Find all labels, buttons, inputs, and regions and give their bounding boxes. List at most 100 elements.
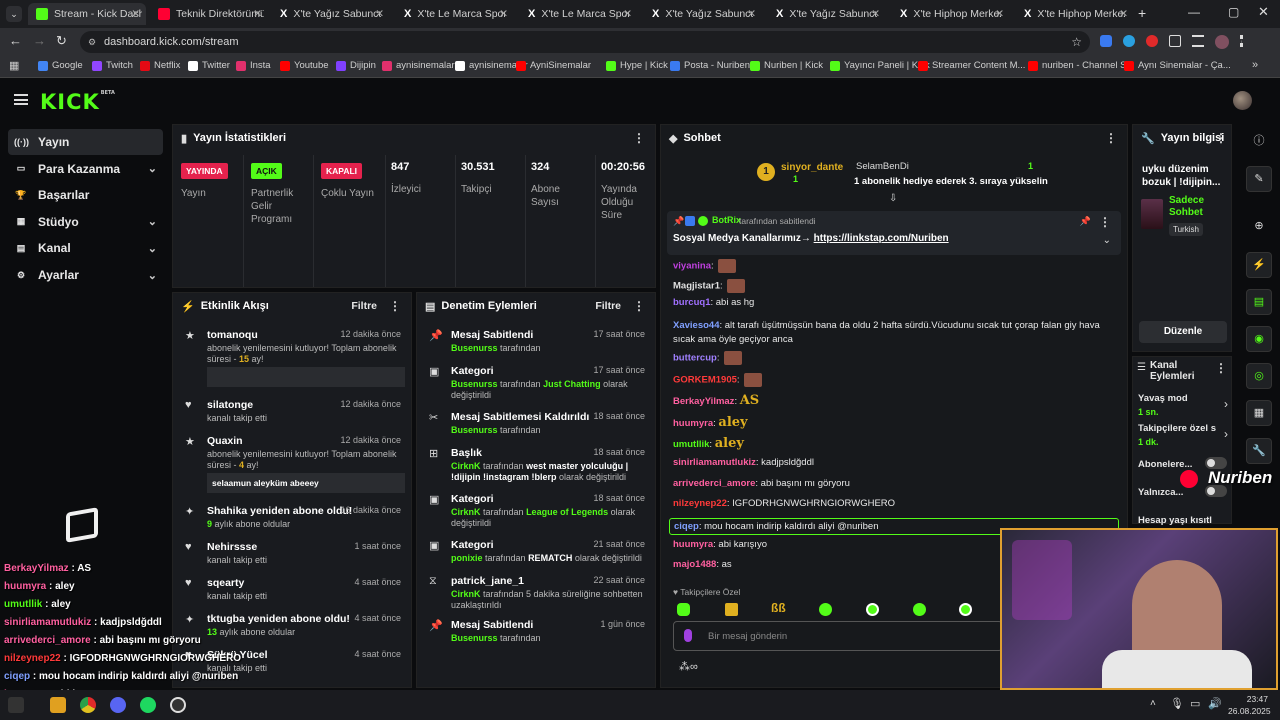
bookmark-item[interactable]: Hype | Kick <box>606 60 668 71</box>
bookmark-item[interactable]: Dijipin <box>336 60 376 71</box>
emote-box-icon[interactable] <box>725 603 738 616</box>
channel-actions-menu-icon[interactable]: ⋮ <box>1215 361 1227 375</box>
activity-item[interactable]: ★ Quaxin 12 dakika önce abonelik yenilemesi… <box>181 435 405 493</box>
sidebar-item-trophy[interactable]: 🏆 Başarılar <box>8 182 163 208</box>
bookmark-item[interactable]: Streamer Content M... <box>918 60 1025 71</box>
chat-message[interactable]: viyanina: <box>673 259 737 273</box>
bookmark-item[interactable]: Aynı Sinemalar - Ça... <box>1124 60 1231 71</box>
slow-mode-row[interactable]: Yavaş mod 1 sn. › <box>1138 393 1228 417</box>
emote-kick-icon[interactable] <box>677 603 690 616</box>
gift-top-user[interactable]: sinyor_dante <box>781 162 843 173</box>
clock-date[interactable]: 26.08.2025 <box>1228 706 1271 716</box>
extension-shield-icon[interactable] <box>1100 35 1112 47</box>
discord-icon[interactable] <box>110 697 126 713</box>
extension-red-icon[interactable] <box>1146 35 1158 47</box>
bookmark-item[interactable]: Nuriben | Kick <box>750 60 823 71</box>
start-icon[interactable] <box>8 697 24 713</box>
bookmark-item[interactable]: Google <box>38 60 83 71</box>
emote-ball-icon[interactable] <box>866 603 879 616</box>
chat-message[interactable]: buttercup: <box>673 351 743 365</box>
forward-icon[interactable]: → <box>33 33 46 48</box>
pinned-menu-icon[interactable]: ⋮ <box>1099 215 1111 229</box>
profile-avatar-icon[interactable] <box>1215 35 1229 49</box>
browser-tab[interactable]: Stream - Kick Dashbo✕ <box>28 3 146 25</box>
chat-message[interactable]: BerkayYilmaz: AS <box>673 393 759 408</box>
mod-action-item[interactable]: ✂ Mesaj Sabitlemesi Kaldırıldı 18 saat önc… <box>425 411 645 445</box>
chat-message[interactable]: majo1488: as <box>673 559 732 570</box>
browser-tab[interactable]: X X'te Hiphop Merkezi ✕ <box>892 3 1010 25</box>
stats-menu-icon[interactable]: ⋮ <box>633 131 645 145</box>
chrome-icon[interactable] <box>80 697 96 713</box>
chat-username[interactable]: viyanina <box>673 261 711 272</box>
chat-message[interactable]: umutllik: aley <box>673 436 744 451</box>
mod-action-user[interactable]: Busenurss <box>451 633 498 643</box>
gift-scroll-arrow-icon[interactable]: ⇩ <box>889 193 897 204</box>
chat-message[interactable]: sinirliamamutlukiz: kadjpsldğddl <box>673 457 814 468</box>
unpin-icon[interactable]: 📌 <box>1080 216 1091 227</box>
reload-icon[interactable]: ↻ <box>56 33 67 49</box>
broadcast-rail-icon[interactable]: ◎ <box>1246 363 1272 389</box>
bookmark-item[interactable]: AyniSinemalar <box>516 60 591 71</box>
mod-filter-button[interactable]: Filtre <box>595 300 621 312</box>
chat-input[interactable]: Bir mesaj gönderin <box>673 621 1003 651</box>
mod-action-item[interactable]: ⧖ patrick_jane_1 22 saat önce CirknK tarafı… <box>425 575 645 610</box>
browser-tab[interactable]: X X'te Le Marca Sports ✕ <box>396 3 514 25</box>
chat-username[interactable]: Xavieso44 <box>673 320 719 331</box>
network-icon[interactable]: ▭ <box>1190 697 1200 710</box>
bookmark-item[interactable]: Insta <box>236 60 271 71</box>
gift-gifter[interactable]: SelamBenDi <box>856 161 909 172</box>
browser-tab[interactable]: X X'te Yağız Sabuncuo ✕ <box>272 3 390 25</box>
chat-message[interactable]: arrivederci_amore: abi başını mı göryoru <box>673 478 850 489</box>
chat-mode-label[interactable]: Sadece Sohbet <box>1169 195 1229 219</box>
apps-grid-icon[interactable]: ▦ <box>9 59 19 72</box>
chat-username[interactable]: arrivederci_amore <box>673 478 755 489</box>
activity-filter-button[interactable]: Filtre <box>351 300 377 312</box>
activity-menu-icon[interactable]: ⋮ <box>389 299 401 313</box>
mod-action-item[interactable]: ⊞ Başlık 18 saat önce CirknK tarafından wes… <box>425 447 645 482</box>
extension-blue-icon[interactable] <box>1123 35 1135 47</box>
mod-action-user[interactable]: Busenurss <box>451 343 498 353</box>
bookmark-star-icon[interactable]: ☆ <box>1071 31 1082 53</box>
bookmark-item[interactable]: Netflix <box>140 60 180 71</box>
mod-action-user[interactable]: Busenurss <box>451 425 498 435</box>
tab-search-button[interactable]: ⌄ <box>6 6 22 22</box>
info-icon[interactable]: ⓘ <box>1246 129 1272 155</box>
sidebar-item-broadcast[interactable]: ((·)) Yayın <box>8 129 163 155</box>
bookmark-item[interactable]: Twitch <box>92 60 133 71</box>
tab-close-icon[interactable]: ✕ <box>995 8 1004 20</box>
bookmark-item[interactable]: aynisinemalar <box>382 60 455 71</box>
mod-action-item[interactable]: ▣ Kategori 17 saat önce Busenurss tarafında… <box>425 365 645 400</box>
tab-close-icon[interactable]: ✕ <box>1119 8 1128 20</box>
minimize-button[interactable]: — <box>1188 5 1200 19</box>
browser-tab[interactable]: X X'te Yağız Sabuncuo ✕ <box>644 3 762 25</box>
mod-action-item[interactable]: 📌 Mesaj Sabitlendi 17 saat önce Busenurss t… <box>425 329 645 363</box>
chat-username[interactable]: huumyra <box>673 539 713 550</box>
mod-action-user[interactable]: ponixie <box>451 553 483 563</box>
extensions-puzzle-icon[interactable] <box>1169 35 1181 47</box>
browser-tab[interactable]: X X'te Hiphop Merkezi ✕ <box>1016 3 1134 25</box>
mod-action-item[interactable]: 📌 Mesaj Sabitlendi 1 gün önce Busenurss tar… <box>425 619 645 653</box>
browser-tab[interactable]: Teknik Direktörümüz ✕ <box>150 3 268 25</box>
emote-ball2-icon[interactable] <box>959 603 972 616</box>
chat-username[interactable]: BerkayYilmaz <box>673 396 734 407</box>
back-icon[interactable]: ← <box>9 33 22 48</box>
tools-icon[interactable]: 🔧 <box>1246 438 1272 464</box>
address-input[interactable]: ⚙ dashboard.kick.com/stream ☆ <box>80 31 1090 53</box>
chat-message[interactable]: huumyra: aley <box>673 415 748 430</box>
pinned-message[interactable]: 📌 BotRix tarafından sabitlendi Sosyal Me… <box>667 211 1121 255</box>
chat-message[interactable]: Magjistar1: <box>673 279 746 293</box>
bolt-icon[interactable]: ⚡ <box>1246 252 1272 278</box>
edit-button[interactable]: Düzenle <box>1139 321 1227 343</box>
sidebar-item-money[interactable]: ▭ Para Kazanma ⌄ <box>8 156 163 182</box>
stream-info-menu-icon[interactable]: ⋮ <box>1215 131 1227 145</box>
chat-username[interactable]: burcuq1 <box>673 297 710 308</box>
chat-username[interactable]: majo1488 <box>673 559 716 570</box>
activity-item[interactable]: ✦ tktugba yeniden abone oldu! 4 saat önce 1… <box>181 613 401 647</box>
sidebar-item-channel[interactable]: ▤ Kanal ⌄ <box>8 235 163 261</box>
chat-username[interactable]: huumyra <box>673 418 713 429</box>
tab-close-icon[interactable]: ✕ <box>131 8 140 20</box>
layout-icon[interactable]: ▦ <box>1246 400 1272 426</box>
user-avatar[interactable] <box>1233 91 1252 110</box>
tray-chevron-icon[interactable]: ˄ <box>1150 698 1156 709</box>
chat-message[interactable]: nilzeynep22: IGFODRHGNWGHRNGIORWGHERO <box>673 498 895 509</box>
